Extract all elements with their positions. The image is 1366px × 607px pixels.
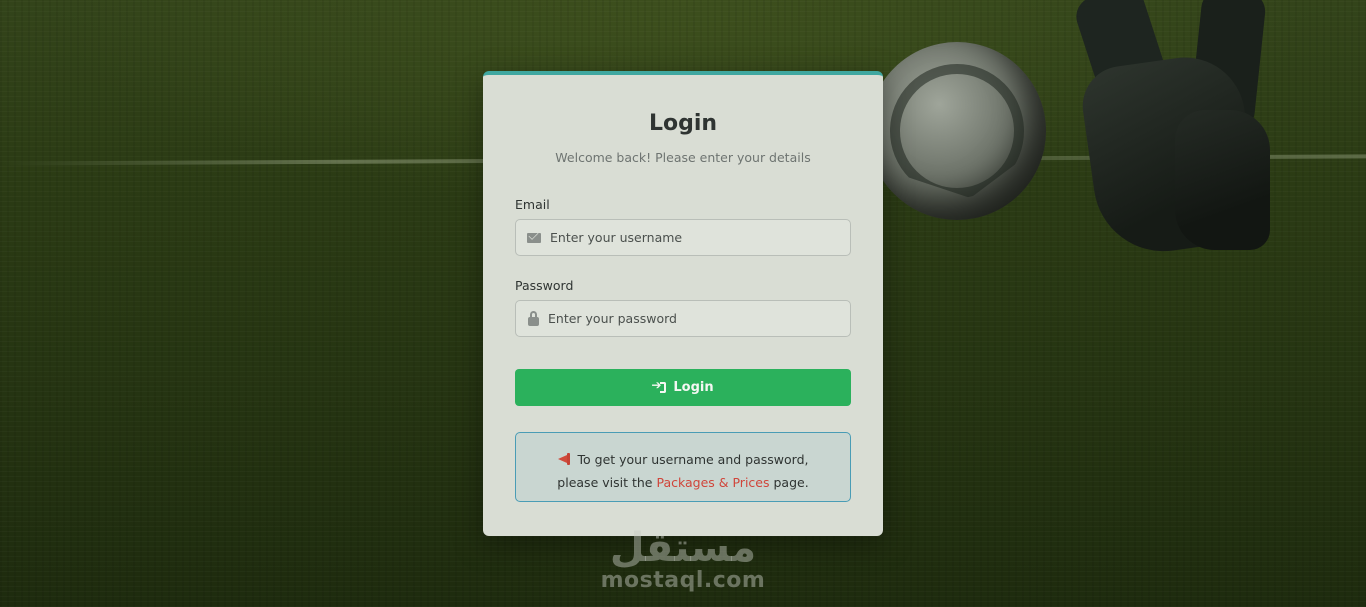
email-label: Email <box>515 197 550 212</box>
info-line-1: To get your username and password, <box>516 448 850 471</box>
megaphone-icon <box>557 453 572 465</box>
envelope-icon <box>527 233 541 243</box>
login-button-label: Login <box>673 380 714 395</box>
packages-prices-link[interactable]: Packages & Prices <box>656 475 769 490</box>
login-button[interactable]: Login <box>515 369 851 406</box>
info-text-2-prefix: please visit the <box>557 475 653 490</box>
email-field-wrapper <box>515 219 851 256</box>
info-text-2-suffix: page. <box>773 475 809 490</box>
password-label: Password <box>515 278 574 293</box>
info-notice: To get your username and password, pleas… <box>515 432 851 502</box>
login-title: Login <box>648 111 718 136</box>
football-boot <box>1175 110 1270 250</box>
login-subtitle: Welcome back! Please enter your details <box>555 150 811 165</box>
watermark-latin: mostaql.com <box>600 568 766 593</box>
password-field-wrapper <box>515 300 851 337</box>
password-field[interactable] <box>548 311 850 326</box>
lock-icon <box>528 310 539 326</box>
email-field[interactable] <box>550 230 850 245</box>
soccer-ball <box>868 42 1046 220</box>
watermark: مستقل mostaql.com <box>0 526 1366 592</box>
login-card: Login Welcome back! Please enter your de… <box>483 71 883 536</box>
sign-in-icon <box>651 378 667 395</box>
watermark-arabic: مستقل <box>609 525 757 571</box>
info-line-2: please visit the Packages & Prices page. <box>516 471 850 494</box>
info-text-1: To get your username and password, <box>577 452 809 467</box>
